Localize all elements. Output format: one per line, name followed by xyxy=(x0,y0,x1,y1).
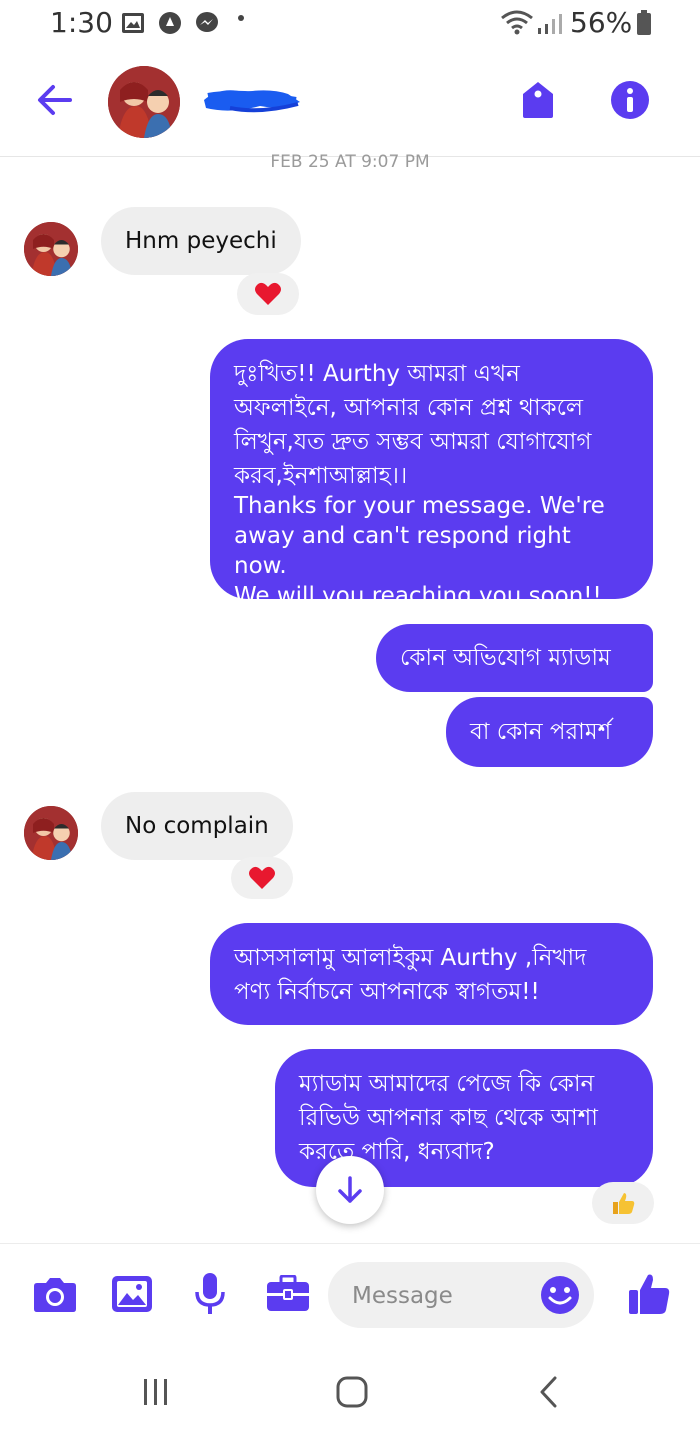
system-navigation-bar xyxy=(0,1348,700,1439)
scroll-to-bottom-button[interactable] xyxy=(316,1156,384,1224)
thumbs-up-icon xyxy=(613,1193,635,1214)
outgoing-message[interactable]: দুঃখিত!! Aurthy আমরা এখন অফলাইনে, আপনার … xyxy=(210,339,653,609)
heart-reaction[interactable] xyxy=(237,273,299,315)
chevron-left-icon xyxy=(540,1376,557,1408)
more-tools-button[interactable] xyxy=(264,1270,312,1318)
more-dot xyxy=(238,15,244,21)
microphone-icon xyxy=(195,1273,225,1314)
arrow-down-icon xyxy=(338,1176,362,1203)
wifi-icon xyxy=(501,10,533,35)
redacted-name xyxy=(204,90,300,113)
emoji-button[interactable] xyxy=(536,1271,584,1319)
message-line: আসসালামু আলাইকুম Aurthy ,নিখাদ xyxy=(234,945,587,971)
message-line: away and can't respond right now. xyxy=(234,523,571,579)
back-nav-button[interactable] xyxy=(522,1370,574,1414)
heart-icon xyxy=(249,866,275,889)
message-text: No complain xyxy=(125,813,269,839)
sender-avatar[interactable] xyxy=(24,222,78,276)
message-text: কোন অভিযোগ ম্যাডাম xyxy=(400,645,611,671)
status-bar: 1:30 56% xyxy=(0,0,700,50)
message-line: করব,ইনশাআল্লাহ।। xyxy=(234,463,408,489)
voice-button[interactable] xyxy=(186,1270,234,1318)
tag-button[interactable] xyxy=(514,76,562,124)
message-input[interactable] xyxy=(350,1262,534,1330)
message-text: বা কোন পরামর্শ xyxy=(470,719,612,745)
like-button[interactable] xyxy=(625,1270,673,1318)
home-icon xyxy=(336,1376,368,1408)
gallery-button[interactable] xyxy=(108,1270,156,1318)
recent-apps-button[interactable] xyxy=(130,1370,182,1414)
status-time: 1:30 xyxy=(50,6,113,39)
emoji-icon xyxy=(541,1276,579,1314)
message-line: Thanks for your message. We're xyxy=(234,493,605,519)
message-field[interactable] xyxy=(328,1262,594,1330)
heart-icon xyxy=(255,282,281,305)
camera-button[interactable] xyxy=(31,1270,79,1318)
briefcase-icon xyxy=(267,1275,309,1311)
back-arrow-icon xyxy=(38,85,72,115)
outgoing-message[interactable]: বা কোন পরামর্শ xyxy=(446,697,653,767)
recent-apps-icon xyxy=(144,1379,167,1405)
info-button[interactable] xyxy=(606,76,654,124)
tag-icon xyxy=(523,82,553,118)
message-line: দুঃখিত!! Aurthy আমরা এখন xyxy=(234,361,520,387)
message-line: We will you reaching you soon!! xyxy=(234,583,602,609)
message-text: Hnm peyechi xyxy=(125,228,277,254)
signal-icon xyxy=(538,14,562,34)
messenger-icon xyxy=(196,12,218,32)
gallery-icon xyxy=(122,13,144,33)
incoming-message[interactable]: Hnm peyechi xyxy=(101,207,301,275)
heart-reaction[interactable] xyxy=(231,857,293,899)
conversation-header xyxy=(0,50,700,157)
message-line: অফলাইনে, আপনার কোন প্রশ্ন থাকলে xyxy=(234,395,584,421)
message-line: ম্যাডাম আমাদের পেজে কি কোন xyxy=(299,1071,595,1097)
like-icon xyxy=(629,1274,670,1314)
outgoing-message[interactable]: আসসালামু আলাইকুম Aurthy ,নিখাদ পণ্য নির্… xyxy=(210,923,653,1025)
incoming-message[interactable]: No complain xyxy=(101,792,293,860)
sender-avatar[interactable] xyxy=(24,806,78,860)
circle-dot-icon xyxy=(159,12,181,34)
battery-icon xyxy=(637,10,651,35)
thumbs-up-reaction[interactable] xyxy=(592,1182,654,1224)
outgoing-message[interactable]: কোন অভিযোগ ম্যাডাম xyxy=(376,624,653,692)
back-button[interactable] xyxy=(30,76,78,124)
home-button[interactable] xyxy=(326,1370,378,1414)
message-line: পণ্য নির্বাচনে আপনাকে স্বাগতম!! xyxy=(234,979,540,1005)
contact-avatar[interactable] xyxy=(108,66,180,138)
battery-percent: 56% xyxy=(570,6,633,39)
message-timestamp: FEB 25 AT 9:07 PM xyxy=(270,152,430,172)
message-line: লিখুন,যত দ্রুত সম্ভব আমরা যোগাযোগ xyxy=(234,429,592,455)
info-icon xyxy=(611,81,649,119)
image-icon xyxy=(112,1276,152,1312)
camera-icon xyxy=(34,1278,76,1312)
message-line: রিভিউ আপনার কাছ থেকে আশা xyxy=(299,1105,598,1131)
